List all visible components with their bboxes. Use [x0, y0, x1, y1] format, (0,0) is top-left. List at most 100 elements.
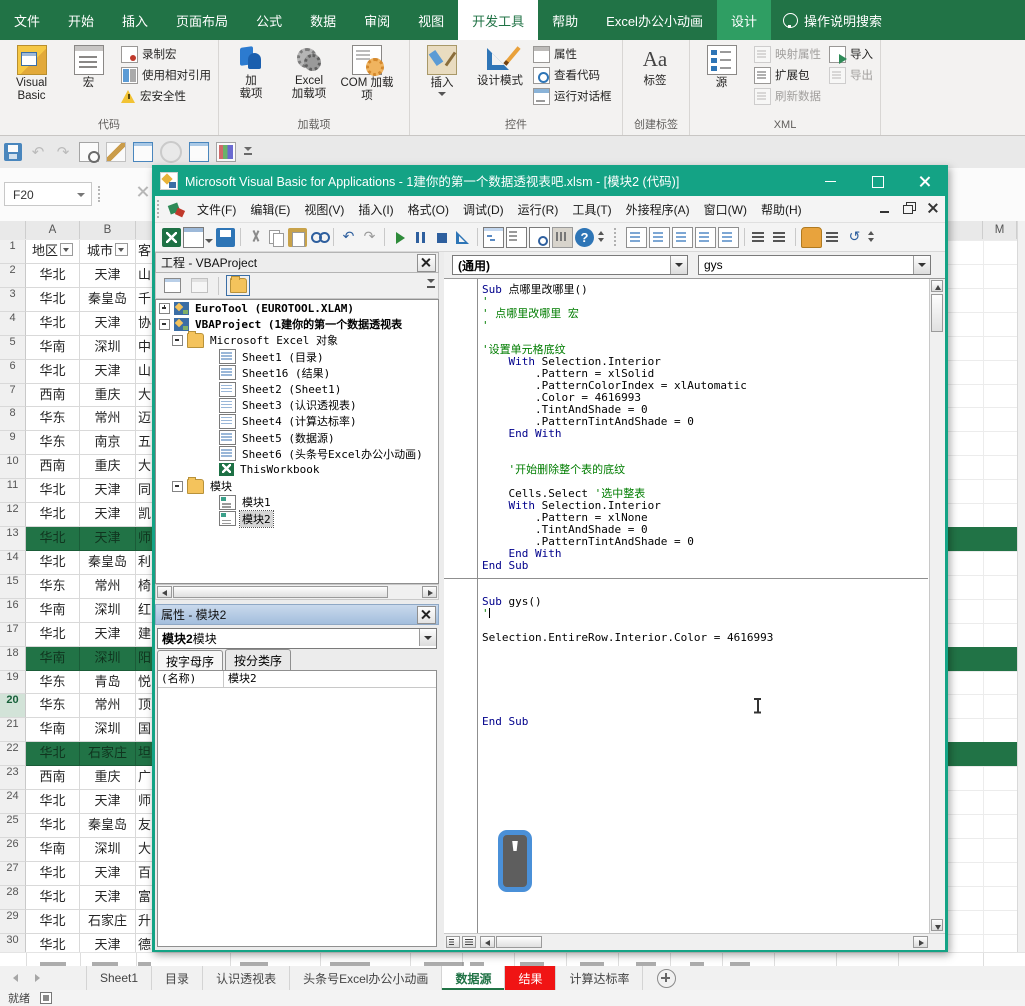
properties-panel-close-icon[interactable]	[417, 606, 436, 624]
draw-ink-icon[interactable]	[106, 142, 126, 162]
cell-region[interactable]: 华北	[26, 312, 80, 336]
dropdown-arrow-icon[interactable]	[419, 629, 436, 646]
cell-region[interactable]: 华东	[26, 694, 80, 718]
cell-region[interactable]: 华东	[26, 431, 80, 455]
procedure-view-button[interactable]	[446, 936, 460, 948]
cell-city[interactable]: 深圳	[80, 838, 136, 862]
code-editor[interactable]: Sub 点哪里改哪里()'' 点哪里改哪里 宏''设置单元格底纹 With Se…	[444, 279, 930, 934]
cell-customer-clipped[interactable]: 坦	[136, 742, 153, 766]
ribbon-button-运行对话框[interactable]: 运行对话框	[530, 87, 615, 105]
row-number[interactable]: 7	[0, 384, 26, 408]
comment-block-icon[interactable]	[824, 228, 843, 247]
minimize-button[interactable]	[811, 168, 851, 194]
cell-city[interactable]: 重庆	[80, 766, 136, 790]
code-horizontal-scrollbar[interactable]	[444, 933, 945, 950]
ribbon-button-Excel加载项[interactable]: Excel加载项	[281, 42, 337, 114]
row-number[interactable]: 24	[0, 790, 26, 814]
collapse-icon[interactable]	[172, 481, 183, 492]
mdi-restore-button[interactable]	[901, 200, 917, 216]
ribbon-button-查看代码[interactable]: 查看代码	[530, 66, 615, 84]
row-number[interactable]: 1	[0, 240, 26, 264]
cell-region[interactable]: 华南	[26, 838, 80, 862]
save-icon[interactable]	[216, 228, 235, 247]
cell-city[interactable]: 深圳	[80, 336, 136, 360]
design-mode-icon[interactable]	[453, 228, 472, 247]
vba-menu-格式(O)[interactable]: 格式(O)	[401, 196, 456, 222]
sheet-tab-数据源[interactable]: 数据源	[442, 966, 505, 990]
properties-tab-按分类序[interactable]: 按分类序	[225, 649, 291, 671]
cell-region[interactable]: 西南	[26, 455, 80, 479]
ribbon-tab-设计[interactable]: 设计	[717, 0, 771, 40]
cell-city[interactable]: 常州	[80, 575, 136, 599]
tree-item-Sheet4 (计算达标率)[interactable]: Sheet4 (计算达标率)	[156, 413, 438, 429]
object-dropdown[interactable]: (通用)	[452, 255, 688, 275]
insert-object-icon[interactable]	[183, 227, 204, 248]
cell-region[interactable]: 华北	[26, 790, 80, 814]
tree-item-模块1[interactable]: 模块1	[156, 494, 438, 510]
tree-item-Sheet5 (数据源)[interactable]: Sheet5 (数据源)	[156, 430, 438, 446]
cell-city[interactable]: 常州	[80, 407, 136, 431]
paste-icon[interactable]	[288, 228, 307, 247]
row-number[interactable]: 17	[0, 623, 26, 647]
expand-icon[interactable]	[159, 303, 170, 314]
tree-item-Sheet16 (结果)[interactable]: Sheet16 (结果)	[156, 365, 438, 381]
cell-customer-clipped[interactable]: 大	[136, 384, 153, 408]
cell-customer-clipped[interactable]: 红	[136, 599, 153, 623]
column-header-A[interactable]: A	[26, 221, 80, 239]
row-number[interactable]: 20	[0, 694, 26, 718]
vba-menu-插入(I)[interactable]: 插入(I)	[351, 196, 400, 222]
cell-customer-clipped[interactable]: 顶	[136, 694, 153, 718]
properties-tab-按字母序[interactable]: 按字母序	[157, 650, 223, 672]
tell-me-search[interactable]: 操作说明搜索	[771, 0, 894, 40]
row-number[interactable]: 25	[0, 814, 26, 838]
full-module-view-button[interactable]	[462, 936, 476, 948]
cell-customer-clipped[interactable]: 国	[136, 718, 153, 742]
cell-customer-clipped[interactable]: 山	[136, 360, 153, 384]
vba-menu-窗口(W)[interactable]: 窗口(W)	[697, 196, 754, 222]
close-button[interactable]	[905, 168, 945, 194]
row-number[interactable]: 16	[0, 599, 26, 623]
row-number[interactable]: 8	[0, 407, 26, 431]
cell-customer-clipped[interactable]: 中	[136, 336, 153, 360]
print-preview-icon[interactable]	[79, 142, 99, 162]
cell-region[interactable]: 华南	[26, 336, 80, 360]
cell-city[interactable]: 常州	[80, 694, 136, 718]
break-icon[interactable]	[411, 228, 430, 247]
ribbon-tab-文件[interactable]: 文件	[0, 0, 54, 40]
cell-region[interactable]: 华北	[26, 479, 80, 503]
row-number[interactable]: 15	[0, 575, 26, 599]
uncomment-block-icon[interactable]: ↺	[845, 228, 864, 247]
cell-region[interactable]: 华北	[26, 742, 80, 766]
cell-city[interactable]: 天津	[80, 312, 136, 336]
tree-item-Microsoft Excel 对象[interactable]: Microsoft Excel 对象	[156, 332, 438, 348]
ribbon-tab-审阅[interactable]: 审阅	[350, 0, 404, 40]
menu-grip[interactable]	[157, 200, 164, 218]
toolbar-grip[interactable]	[614, 228, 620, 246]
cell-region[interactable]: 华北	[26, 886, 80, 910]
sheet-tab-头条号Excel办公小动画[interactable]: 头条号Excel办公小动画	[290, 966, 442, 990]
scroll-down-icon[interactable]	[931, 919, 943, 931]
tree-item-模块2[interactable]: 模块2	[156, 510, 438, 526]
ribbon-button-插入[interactable]: 插入	[414, 42, 470, 114]
row-number[interactable]: 29	[0, 910, 26, 934]
cell-region[interactable]: 地区	[26, 240, 80, 264]
cell-customer-clipped[interactable]: 友	[136, 814, 153, 838]
cell-city[interactable]: 天津	[80, 527, 136, 551]
cell-customer-clipped[interactable]: 师	[136, 527, 153, 551]
ribbon-button-加载项[interactable]: 加载项	[223, 42, 279, 114]
cell-city[interactable]: 天津	[80, 790, 136, 814]
name-box-dropdown-icon[interactable]	[77, 193, 85, 197]
cell-customer-clipped[interactable]: 师	[136, 790, 153, 814]
cell-city[interactable]: 天津	[80, 862, 136, 886]
help-icon[interactable]: ?	[575, 228, 594, 247]
vba-title-bar[interactable]: Microsoft Visual Basic for Applications …	[155, 165, 945, 196]
cell-city[interactable]: 深圳	[80, 599, 136, 623]
chevron-icon[interactable]	[596, 228, 608, 247]
save-icon[interactable]	[4, 143, 22, 161]
ribbon-tab-插入[interactable]: 插入	[108, 0, 162, 40]
cell-region[interactable]: 华北	[26, 264, 80, 288]
cut-icon[interactable]	[246, 228, 265, 247]
tree-item-模块[interactable]: 模块	[156, 478, 438, 494]
cell-region[interactable]: 华北	[26, 527, 80, 551]
cell-region[interactable]: 华北	[26, 814, 80, 838]
